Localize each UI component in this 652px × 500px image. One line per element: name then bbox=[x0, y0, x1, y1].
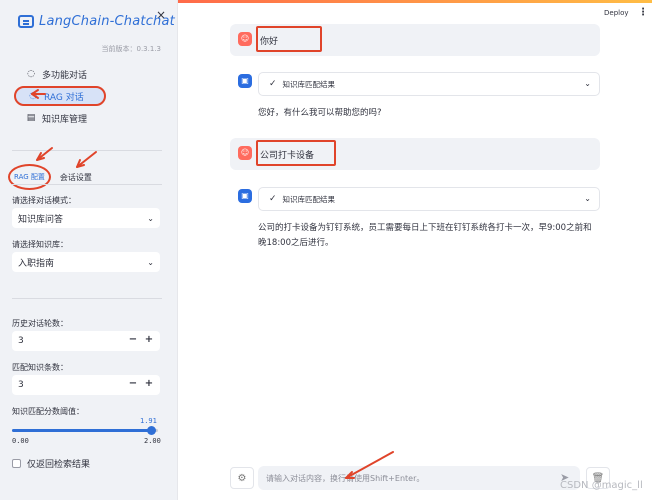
mode-label: 请选择对话模式： bbox=[12, 196, 76, 205]
kb-select-value: 入职指南 bbox=[18, 258, 55, 269]
match-stepper[interactable]: 3 − + bbox=[12, 375, 160, 395]
chat-bubble-icon: ◌ bbox=[27, 69, 35, 79]
deploy-button[interactable]: Deploy bbox=[604, 9, 629, 17]
sidebar: × LangChain-Chatchat 当前版本：0.3.1.3 ◌ 多功能对… bbox=[0, 0, 178, 500]
nav-item-label: 多功能对话 bbox=[42, 70, 88, 81]
retrieval-only-option[interactable]: 仅返回检索结果 bbox=[12, 457, 90, 470]
nav-item-rag-chat[interactable]: ◌ RAG 对话 bbox=[14, 86, 106, 106]
history-value: 3 bbox=[18, 336, 24, 346]
chat-input[interactable]: 请输入对话内容，换行请使用Shift+Enter。 bbox=[258, 466, 580, 490]
check-icon: ✓ bbox=[269, 194, 277, 204]
chevron-down-icon: ⌄ bbox=[584, 194, 591, 203]
threshold-slider[interactable] bbox=[12, 426, 158, 435]
sidebar-divider bbox=[12, 298, 162, 299]
chevron-down-icon: ⌄ bbox=[147, 213, 154, 223]
bot-message-text: 公司的打卡设备为钉钉系统，员工需要每日上下班在钉钉系统各打卡一次，早9:00之前… bbox=[258, 223, 592, 248]
bot-message-text: 您好，有什么我可以帮助您的吗? bbox=[258, 108, 382, 118]
menu-icon[interactable]: ⋮ bbox=[638, 7, 648, 18]
user-message: ☺ 你好 bbox=[230, 24, 600, 56]
user-message: ☺ 公司打卡设备 bbox=[230, 138, 600, 170]
nav-item-label: RAG 对话 bbox=[44, 92, 84, 103]
kb-result-expander[interactable]: ✓ 知识库匹配结果 ⌄ bbox=[258, 72, 600, 96]
user-avatar-icon: ☺ bbox=[238, 146, 252, 160]
user-message-text: 公司打卡设备 bbox=[256, 140, 336, 166]
bot-avatar-icon: ▣ bbox=[238, 189, 252, 203]
database-icon: ▤ bbox=[26, 113, 36, 123]
bot-avatar-icon: ▣ bbox=[238, 74, 252, 88]
history-stepper[interactable]: 3 − + bbox=[12, 331, 160, 351]
nav-item-multi-chat[interactable]: ◌ 多功能对话 bbox=[14, 64, 160, 84]
nav-menu: ◌ 多功能对话 ◌ RAG 对话 ▤ 知识库管理 bbox=[14, 64, 160, 130]
kb-select[interactable]: 入职指南 ⌄ bbox=[12, 252, 160, 272]
chat-bubble-icon: ◌ bbox=[29, 91, 37, 101]
kb-result-expander[interactable]: ✓ 知识库匹配结果 ⌄ bbox=[258, 187, 600, 211]
app-logo: LangChain-Chatchat bbox=[18, 14, 175, 29]
check-icon: ✓ bbox=[269, 79, 277, 89]
chevron-down-icon: ⌄ bbox=[147, 257, 154, 267]
slider-fill bbox=[12, 429, 152, 432]
chat-input-placeholder: 请输入对话内容，换行请使用Shift+Enter。 bbox=[266, 473, 425, 483]
user-message-text: 你好 bbox=[256, 26, 322, 52]
nav-item-kb-manage[interactable]: ▤ 知识库管理 bbox=[14, 108, 160, 128]
decrement-button[interactable]: − bbox=[126, 378, 140, 389]
retrieval-only-checkbox[interactable] bbox=[12, 459, 21, 468]
sidebar-divider bbox=[12, 150, 162, 151]
kb-label: 请选择知识库： bbox=[12, 240, 68, 249]
logo-text: LangChain-Chatchat bbox=[39, 14, 175, 29]
chat-logo-icon bbox=[18, 15, 34, 28]
expander-label: 知识库匹配结果 bbox=[282, 194, 336, 204]
tab-rag-config[interactable]: RAG 配置 bbox=[8, 164, 51, 190]
settings-tabs: RAG 配置 会话设置 bbox=[8, 164, 95, 190]
slider-value: 1.91 bbox=[140, 417, 157, 425]
watermark: CSDN @magic_ll bbox=[560, 480, 643, 491]
match-label: 匹配知识条数： bbox=[12, 363, 68, 372]
tabs-divider bbox=[12, 184, 162, 185]
decrement-button[interactable]: − bbox=[126, 334, 140, 345]
settings-gear-button[interactable]: ⚙ bbox=[230, 467, 254, 489]
increment-button[interactable]: + bbox=[142, 378, 156, 389]
history-label: 历史对话轮数： bbox=[12, 319, 68, 328]
chevron-down-icon: ⌄ bbox=[584, 79, 591, 88]
user-avatar-icon: ☺ bbox=[238, 32, 252, 46]
nav-item-label: 知识库管理 bbox=[42, 114, 88, 125]
threshold-label: 知识匹配分数阈值： bbox=[12, 407, 84, 416]
version-label: 当前版本：0.3.1.3 bbox=[101, 45, 162, 53]
slider-min: 0.00 bbox=[12, 437, 29, 445]
checkbox-label: 仅返回检索结果 bbox=[27, 460, 91, 470]
increment-button[interactable]: + bbox=[142, 334, 156, 345]
slider-max: 2.00 bbox=[144, 437, 161, 445]
mode-select-value: 知识库问答 bbox=[18, 214, 64, 225]
match-value: 3 bbox=[18, 380, 24, 390]
slider-thumb[interactable] bbox=[147, 426, 157, 435]
mode-select[interactable]: 知识库问答 ⌄ bbox=[12, 208, 160, 228]
expander-label: 知识库匹配结果 bbox=[282, 79, 336, 89]
